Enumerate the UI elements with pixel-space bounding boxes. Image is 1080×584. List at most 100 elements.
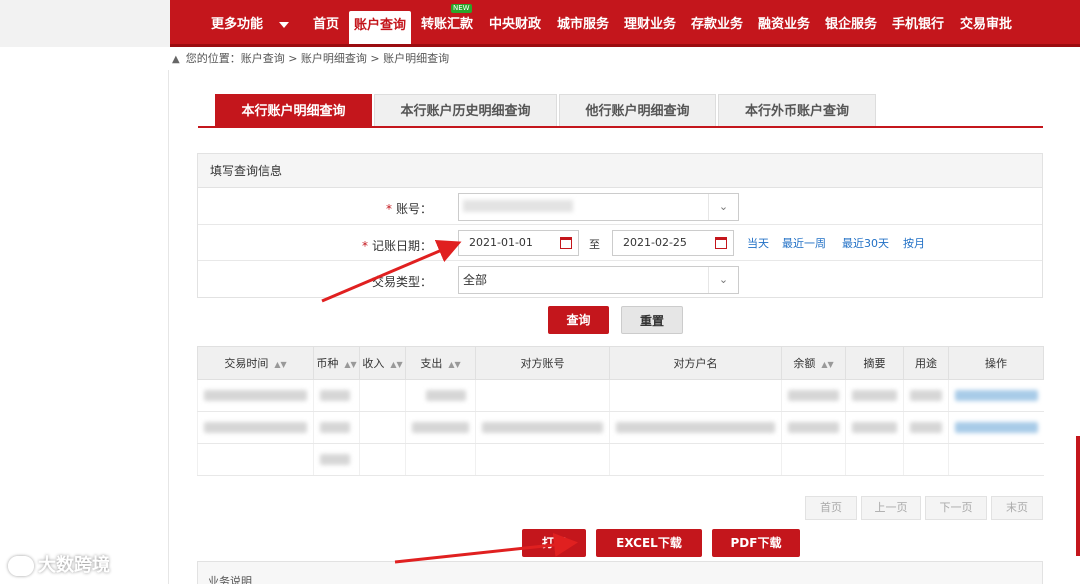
cell-action-link[interactable] <box>948 411 1044 444</box>
caret-down-icon <box>279 21 289 28</box>
result-table: 交易时间 ▲▼ 币种 ▲▼ 收入 ▲▼ 支出 ▲▼ 对方账号 对方户名 余额 ▲▼ 摘要 … <box>197 346 1044 476</box>
transaction-type-select[interactable]: 全部 ⌄ <box>458 266 739 294</box>
print-button[interactable]: 打印 <box>522 529 586 557</box>
cell-empty <box>609 379 782 412</box>
nav-item-home[interactable]: 首页 <box>305 10 347 40</box>
nav-item-bank-enterprise[interactable]: 银企服务 <box>820 10 882 40</box>
cell-empty <box>475 379 610 412</box>
cell-empty <box>845 443 904 476</box>
nav-item-deposit[interactable]: 存款业务 <box>686 10 748 40</box>
account-label-text: 账号： <box>395 202 432 216</box>
quick-last-week[interactable]: 最近一周 <box>782 235 826 251</box>
pager-next[interactable]: 下一页 <box>925 496 987 520</box>
cell-empty <box>197 443 314 476</box>
home-icon: ▲ <box>172 54 180 65</box>
more-functions-menu[interactable]: 更多功能 <box>200 10 300 40</box>
col-balance-label: 余额 <box>793 357 816 370</box>
col-counter-account: 对方账号 <box>475 346 610 380</box>
quick-by-month[interactable]: 按月 <box>903 235 925 251</box>
nav-item-wealth[interactable]: 理财业务 <box>619 10 681 40</box>
chevron-down-icon: ⌄ <box>708 267 738 293</box>
cell-masked <box>903 379 949 412</box>
account-select[interactable]: ⌄ <box>458 193 739 221</box>
chevron-down-icon: ⌄ <box>708 194 738 220</box>
nav-item-central-finance[interactable]: 中央财政 <box>484 10 546 40</box>
calendar-icon[interactable] <box>560 237 572 249</box>
col-income[interactable]: 收入 ▲▼ <box>359 346 406 380</box>
business-notes: 业务说明 <box>197 561 1043 584</box>
nav-item-transfer[interactable]: 转账汇款 <box>416 10 478 40</box>
required-mark: * <box>361 239 368 253</box>
account-value-masked <box>463 200 573 212</box>
cell-masked <box>405 379 476 412</box>
col-balance[interactable]: 余额 ▲▼ <box>781 346 846 380</box>
cell-empty <box>903 443 949 476</box>
tab-underline <box>198 126 1043 128</box>
cell-masked <box>609 411 782 444</box>
col-purpose: 用途 <box>903 346 949 380</box>
cell-empty <box>359 443 406 476</box>
col-currency[interactable]: 币种 ▲▼ <box>313 346 360 380</box>
tab-other-bank-detail[interactable]: 他行账户明细查询 <box>559 94 716 127</box>
watermark-logo-icon <box>8 556 34 576</box>
sort-icon[interactable]: ▲▼ <box>274 360 286 369</box>
calendar-icon[interactable] <box>715 237 727 249</box>
cell-masked <box>475 411 610 444</box>
pager-last[interactable]: 末页 <box>991 496 1043 520</box>
pager-prev[interactable]: 上一页 <box>861 496 921 520</box>
cell-masked <box>903 411 949 444</box>
cell-action-link[interactable] <box>948 379 1044 412</box>
col-trade-time[interactable]: 交易时间 ▲▼ <box>197 346 314 380</box>
breadcrumb: ▲ 您的位置：账户查询 > 账户明细查询 > 账户明细查询 <box>172 51 449 67</box>
sort-icon[interactable]: ▲▼ <box>448 360 460 369</box>
pager-first[interactable]: 首页 <box>805 496 857 520</box>
tab-local-account-detail[interactable]: 本行账户明细查询 <box>215 94 372 127</box>
date-to-input[interactable]: 2021-02-25 <box>612 230 734 256</box>
quick-today[interactable]: 当天 <box>747 235 769 251</box>
date-separator: 至 <box>589 238 600 251</box>
nav-item-account-query[interactable]: 账户查询 <box>349 11 411 44</box>
cell-empty <box>359 379 406 412</box>
sort-icon[interactable]: ▲▼ <box>344 360 356 369</box>
cell-masked <box>781 411 846 444</box>
type-label: 交易类型： <box>371 275 432 289</box>
query-button[interactable]: 查询 <box>548 306 609 334</box>
nav-left-blank <box>0 0 170 47</box>
cell-masked <box>781 379 846 412</box>
cell-empty <box>405 443 476 476</box>
breadcrumb-text: 您的位置：账户查询 > 账户明细查询 > 账户明细查询 <box>185 52 450 65</box>
date-from-input[interactable]: 2021-01-01 <box>458 230 579 256</box>
col-counter-name: 对方户名 <box>609 346 782 380</box>
table-header-row: 交易时间 ▲▼ 币种 ▲▼ 收入 ▲▼ 支出 ▲▼ 对方账号 对方户名 余额 ▲▼ 摘要 … <box>197 346 1044 380</box>
table-row <box>197 411 1044 444</box>
right-edge-tab <box>1076 436 1080 556</box>
cell-empty <box>609 443 782 476</box>
query-form: 填写查询信息 * 账号： ⌄ * 记账日期： 2021-01-01 至 2021-0… <box>197 153 1043 298</box>
sort-icon[interactable]: ▲▼ <box>390 360 402 369</box>
sort-icon[interactable]: ▲▼ <box>821 360 833 369</box>
nav-item-approval[interactable]: 交易审批 <box>955 10 1017 40</box>
tab-foreign-currency[interactable]: 本行外币账户查询 <box>718 94 876 127</box>
date-from-value: 2021-01-01 <box>469 236 533 249</box>
cell-masked <box>405 411 476 444</box>
nav-item-city-service[interactable]: 城市服务 <box>552 10 614 40</box>
cell-masked <box>197 379 314 412</box>
required-mark: * <box>385 202 392 216</box>
transaction-type-value: 全部 <box>463 273 488 287</box>
cell-masked <box>313 411 360 444</box>
excel-download-button[interactable]: EXCEL下载 <box>596 529 702 557</box>
pdf-download-button[interactable]: PDF下载 <box>712 529 800 557</box>
col-currency-label: 币种 <box>316 357 339 370</box>
notes-title: 业务说明 <box>208 575 252 584</box>
quick-last-30-days[interactable]: 最近30天 <box>842 235 889 251</box>
nav-item-financing[interactable]: 融资业务 <box>753 10 815 40</box>
watermark-text: 大数跨境 <box>38 555 110 576</box>
nav-item-mobile-banking[interactable]: 手机银行 <box>887 10 949 40</box>
reset-button[interactable]: 重置 <box>621 306 683 334</box>
tab-local-account-history[interactable]: 本行账户历史明细查询 <box>374 94 557 127</box>
col-trade-time-label: 交易时间 <box>224 357 269 370</box>
col-expense[interactable]: 支出 ▲▼ <box>405 346 476 380</box>
table-row <box>197 443 1044 476</box>
date-to-value: 2021-02-25 <box>623 236 687 249</box>
account-row: * 账号： ⌄ <box>198 189 1042 225</box>
